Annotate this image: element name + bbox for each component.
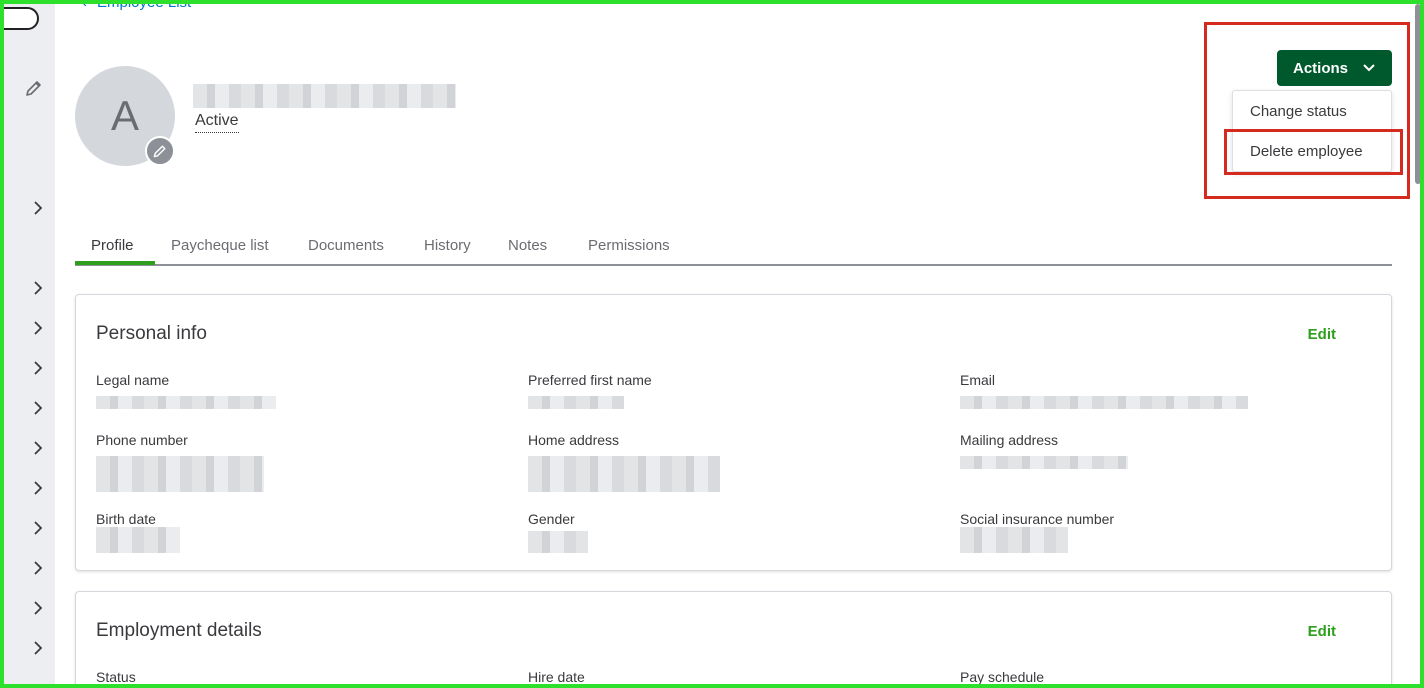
personal-info-edit-link[interactable]: Edit	[1308, 326, 1336, 343]
employment-details-title: Employment details	[96, 620, 262, 641]
active-tab-indicator	[75, 261, 155, 265]
field-label-legal-name: Legal name	[96, 372, 170, 388]
chevron-down-icon	[1363, 64, 1375, 72]
tab-profile[interactable]: Profile	[91, 237, 134, 254]
chevron-right-icon[interactable]	[30, 560, 46, 576]
field-label-pay-schedule: Pay schedule	[960, 669, 1045, 685]
sin-redacted	[960, 527, 1068, 553]
edit-avatar-button[interactable]	[145, 136, 175, 166]
chevron-right-icon[interactable]	[30, 480, 46, 496]
chevron-right-icon[interactable]	[30, 640, 46, 656]
employee-status-link[interactable]: Active	[195, 112, 239, 133]
pencil-icon	[153, 145, 166, 158]
employment-details-edit-link[interactable]: Edit	[1308, 623, 1336, 640]
field-label-gender: Gender	[528, 511, 575, 527]
rail-toggle[interactable]	[0, 7, 39, 30]
field-label-status: Status	[96, 669, 136, 685]
email-redacted	[960, 396, 1248, 409]
actions-label: Actions	[1292, 59, 1348, 77]
chevron-right-icon[interactable]	[30, 360, 46, 376]
menu-item-delete-employee[interactable]: Delete employee	[1250, 143, 1363, 160]
chevron-right-icon[interactable]	[30, 320, 46, 336]
field-label-hire-date: Hire date	[528, 669, 585, 685]
field-label-preferred-first-name: Preferred first name	[528, 372, 652, 388]
chevron-right-icon[interactable]	[30, 400, 46, 416]
field-label-phone-number: Phone number	[96, 432, 188, 448]
employee-name-redacted	[193, 84, 456, 108]
field-label-home-address: Home address	[528, 432, 620, 448]
tab-documents[interactable]: Documents	[308, 237, 384, 254]
personal-info-title: Personal info	[96, 323, 207, 344]
actions-dropdown-menu: Change status Delete employee	[1232, 90, 1392, 172]
profile-tabs: Profile Paycheque list Documents History…	[75, 225, 1392, 266]
legal-name-redacted	[96, 396, 276, 409]
tab-notes[interactable]: Notes	[508, 237, 547, 254]
back-link-label: Employee List	[97, 0, 192, 11]
menu-item-change-status[interactable]: Change status	[1250, 103, 1347, 120]
phone-number-redacted	[96, 456, 264, 492]
chevron-left-icon: ‹	[82, 0, 87, 11]
pencil-icon[interactable]	[24, 78, 44, 98]
chevron-right-icon[interactable]	[30, 600, 46, 616]
gender-redacted	[528, 531, 588, 553]
chevron-right-icon[interactable]	[30, 440, 46, 456]
actions-button[interactable]: Actions	[1277, 50, 1392, 86]
left-rail	[0, 0, 55, 688]
page-scrollbar[interactable]	[1415, 4, 1421, 184]
field-label-mailing-address: Mailing address	[960, 432, 1059, 448]
chevron-right-icon[interactable]	[30, 280, 46, 296]
tab-permissions[interactable]: Permissions	[588, 237, 670, 254]
tab-history[interactable]: History	[424, 237, 471, 254]
mailing-address-redacted	[960, 456, 1128, 469]
field-label-email: Email	[960, 372, 996, 388]
back-to-employee-list-link[interactable]: ‹ Employee List	[82, 0, 191, 11]
home-address-redacted	[528, 456, 720, 492]
birth-date-redacted	[96, 527, 180, 553]
avatar-initial: A	[110, 92, 139, 139]
chevron-right-icon[interactable]	[30, 200, 46, 216]
tab-paycheque-list[interactable]: Paycheque list	[171, 237, 269, 254]
employment-details-card: Employment details Edit Status Hire date…	[75, 591, 1392, 688]
field-label-birth-date: Birth date	[96, 511, 156, 527]
field-label-social-insurance-number: Social insurance number	[960, 511, 1115, 527]
personal-info-card: Personal info Edit Legal name Preferred …	[75, 294, 1392, 571]
preferred-name-redacted	[528, 396, 624, 409]
chevron-right-icon[interactable]	[30, 520, 46, 536]
